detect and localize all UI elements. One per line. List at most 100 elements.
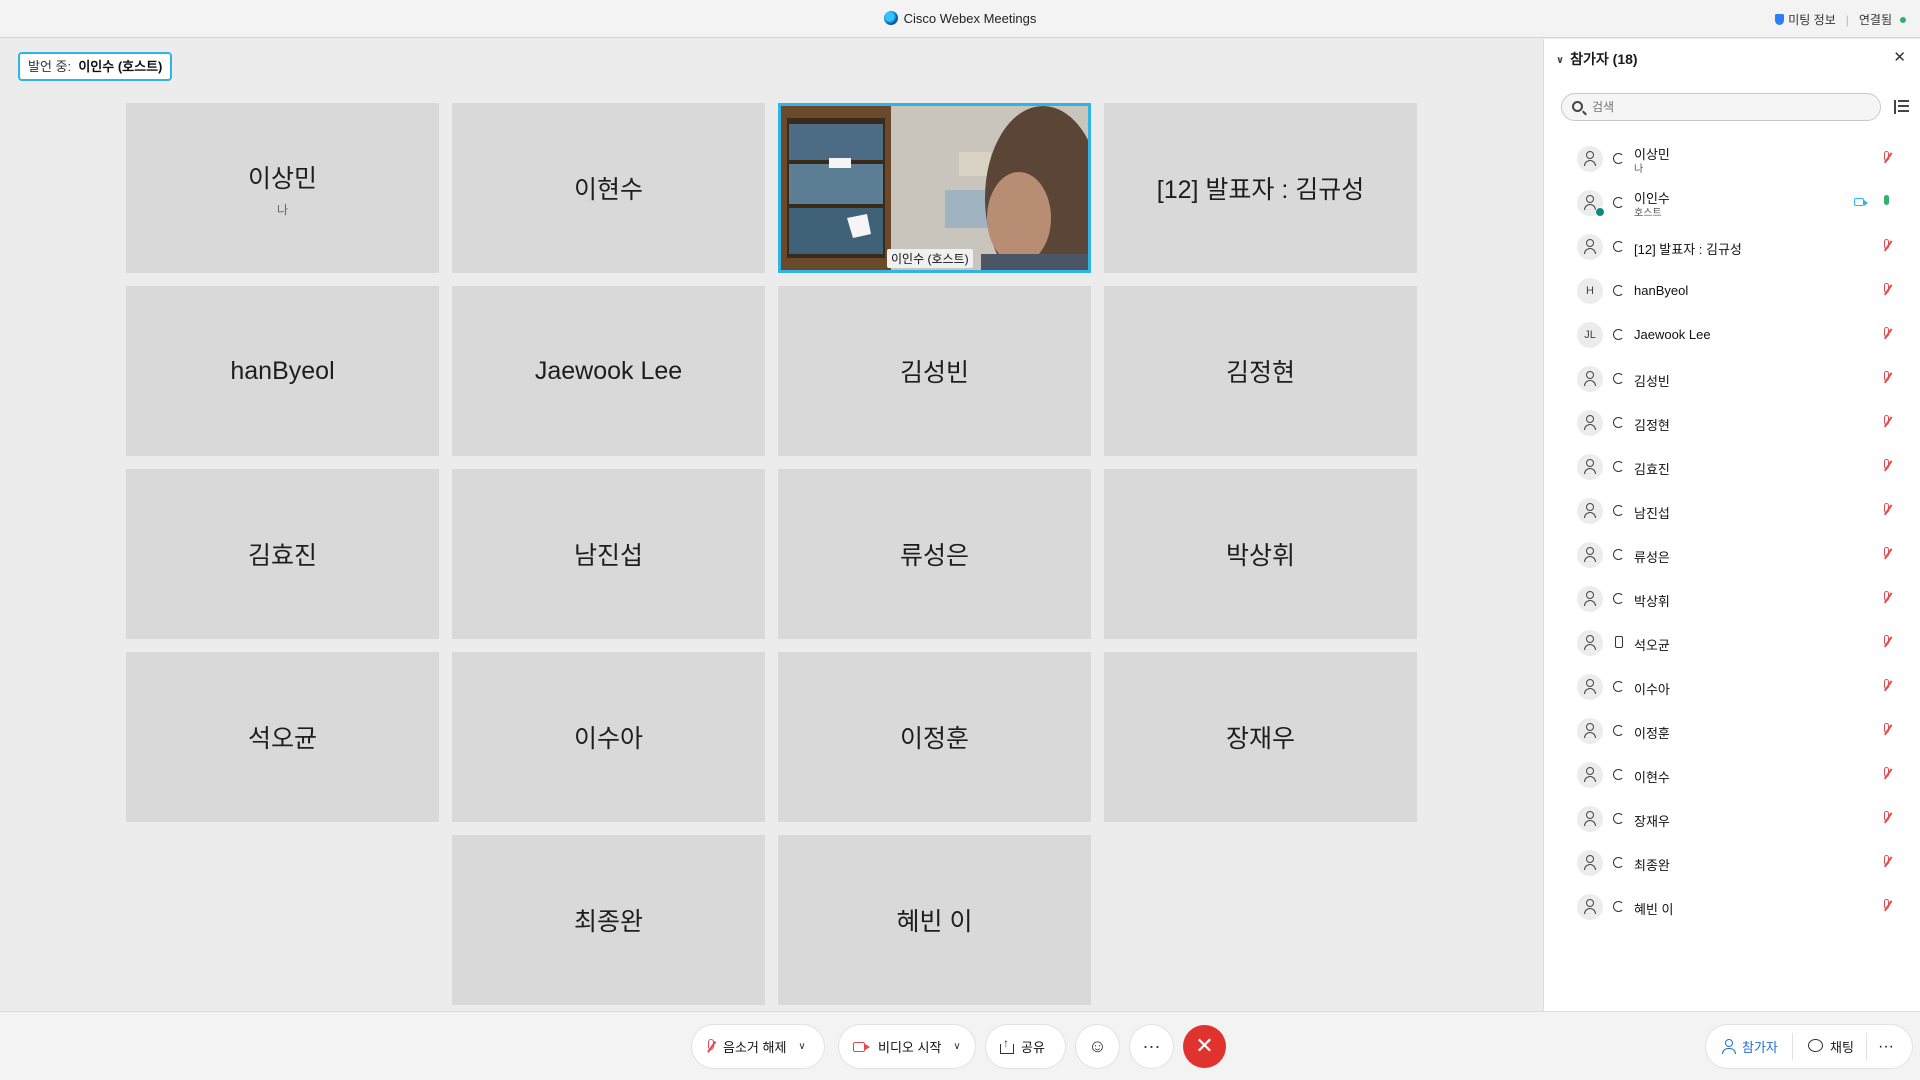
start-video-button[interactable]: 비디오 시작 ∨	[839, 1025, 975, 1068]
avatar	[1577, 234, 1603, 260]
chat-button[interactable]: 채팅	[1808, 1025, 1854, 1068]
sort-icon[interactable]	[1894, 100, 1909, 114]
participant-name: 김효진	[1634, 462, 1670, 477]
participant-tile[interactable]: Jaewook Lee	[452, 286, 765, 456]
more-options-button[interactable]: ···	[1130, 1025, 1173, 1068]
reactions-button[interactable]: ☺	[1076, 1025, 1119, 1068]
participant-tile[interactable]: [12] 발표자 : 김규성	[1104, 103, 1417, 273]
mic-muted-icon[interactable]	[1883, 239, 1891, 253]
participants-toggle-button[interactable]: 참가자	[1722, 1025, 1778, 1068]
participant-row[interactable]: 장재우	[1544, 797, 1920, 841]
participant-tile[interactable]: 김성빈	[778, 286, 1091, 456]
audio-connection-icon	[1613, 769, 1624, 780]
participant-tile[interactable]: hanByeol	[126, 286, 439, 456]
mic-muted-icon[interactable]	[1883, 371, 1891, 385]
participant-search[interactable]	[1561, 93, 1881, 121]
tile-name: 박상휘	[1225, 542, 1295, 570]
mic-muted-icon[interactable]	[1883, 855, 1891, 869]
participant-name: 이수아	[1634, 682, 1670, 697]
tile-name: [12] 발표자 : 김규성	[1156, 176, 1365, 204]
share-button[interactable]: 공유	[986, 1025, 1065, 1068]
participant-row[interactable]: 남진섭	[1544, 489, 1920, 533]
leave-meeting-button[interactable]: ✕	[1183, 1025, 1226, 1068]
tile-name: hanByeol	[230, 356, 335, 385]
audio-connection-icon	[1613, 681, 1624, 692]
search-input[interactable]	[1592, 98, 1862, 116]
mic-muted-icon[interactable]	[1883, 503, 1891, 517]
avatar	[1577, 542, 1603, 568]
chevron-down-icon[interactable]: ∨	[1556, 55, 1564, 66]
mic-muted-icon[interactable]	[1883, 547, 1891, 561]
participants-label: 참가자	[1742, 1040, 1778, 1055]
mic-muted-icon[interactable]	[1883, 811, 1891, 825]
participant-tile[interactable]: 김효진	[126, 469, 439, 639]
participant-row[interactable]: 최종완	[1544, 841, 1920, 885]
participant-name: 석오균	[1634, 638, 1670, 653]
participant-row[interactable]: 김성빈	[1544, 357, 1920, 401]
participant-tile[interactable]: 이수아	[452, 652, 765, 822]
avatar	[1577, 850, 1603, 876]
participant-name: 류성은	[1634, 550, 1670, 565]
person-icon	[1584, 459, 1596, 474]
participant-tile[interactable]: 이상민 나	[126, 103, 439, 273]
mic-muted-icon[interactable]	[1883, 327, 1891, 341]
participant-tile[interactable]: 이정훈	[778, 652, 1091, 822]
participant-row[interactable]: JL Jaewook Lee	[1544, 313, 1920, 357]
mic-muted-icon[interactable]	[1883, 283, 1891, 297]
panel-more-button[interactable]: ···	[1878, 1025, 1894, 1068]
participant-tile[interactable]: 이현수	[452, 103, 765, 273]
video-tile-active-speaker[interactable]: 이인수 (호스트)	[778, 103, 1091, 273]
tile-name: 이현수	[573, 176, 643, 204]
participants-panel: ∨ 참가자 (18) ✕ 이상민 나 이인수 호스트 [12] 발표자 : 김규성	[1543, 39, 1920, 1011]
mic-muted-icon[interactable]	[1883, 591, 1891, 605]
avatar	[1577, 674, 1603, 700]
video-feed	[781, 106, 1088, 270]
mic-muted-icon[interactable]	[1883, 899, 1891, 913]
participant-row[interactable]: 이현수	[1544, 753, 1920, 797]
meeting-info-link[interactable]: 미팅 정보	[1788, 11, 1836, 28]
participant-tile[interactable]: 최종완	[452, 835, 765, 1005]
participant-tile[interactable]: 남진섭	[452, 469, 765, 639]
mic-muted-icon[interactable]	[1883, 459, 1891, 473]
tile-name: 남진섭	[573, 542, 643, 570]
mic-muted-icon[interactable]	[1883, 415, 1891, 429]
participant-row[interactable]: 김정현	[1544, 401, 1920, 445]
avatar	[1577, 366, 1603, 392]
participant-row[interactable]: 석오균	[1544, 621, 1920, 665]
chevron-down-icon[interactable]: ∨	[953, 1041, 960, 1052]
person-icon	[1584, 151, 1596, 166]
participant-row[interactable]: [12] 발표자 : 김규성	[1544, 225, 1920, 269]
tile-name: 이정훈	[899, 725, 969, 753]
video-off-icon	[853, 1041, 871, 1053]
audio-connection-icon	[1613, 417, 1624, 428]
participant-row[interactable]: 이정훈	[1544, 709, 1920, 753]
host-badge-icon	[1595, 207, 1605, 217]
mic-muted-icon[interactable]	[1883, 679, 1891, 693]
shield-icon	[1775, 14, 1785, 25]
participant-row[interactable]: 김효진	[1544, 445, 1920, 489]
close-icon: ✕	[1195, 1033, 1214, 1058]
mic-muted-icon[interactable]	[1883, 635, 1891, 649]
participant-tile[interactable]: 혜빈 이	[778, 835, 1091, 1005]
mic-active-icon[interactable]	[1883, 195, 1891, 209]
participant-row[interactable]: H hanByeol	[1544, 269, 1920, 313]
participant-row[interactable]: 박상휘	[1544, 577, 1920, 621]
mic-muted-icon[interactable]	[1883, 151, 1891, 165]
mic-muted-icon[interactable]	[1883, 723, 1891, 737]
participant-row[interactable]: 류성은	[1544, 533, 1920, 577]
participant-row[interactable]: 이수아	[1544, 665, 1920, 709]
participant-row[interactable]: 이상민 나	[1544, 137, 1920, 181]
participant-row[interactable]: 혜빈 이	[1544, 885, 1920, 929]
participant-row[interactable]: 이인수 호스트	[1544, 181, 1920, 225]
participant-tile[interactable]: 장재우	[1104, 652, 1417, 822]
participant-tile[interactable]: 석오균	[126, 652, 439, 822]
more-icon: ···	[1878, 1037, 1894, 1055]
participant-tile[interactable]: 박상휘	[1104, 469, 1417, 639]
participant-tile[interactable]: 김정현	[1104, 286, 1417, 456]
participant-role: 나	[1634, 164, 1644, 175]
chevron-down-icon[interactable]: ∨	[798, 1041, 805, 1052]
close-icon[interactable]: ✕	[1893, 48, 1906, 66]
unmute-button[interactable]: 음소거 해제 ∨	[692, 1025, 824, 1068]
mic-muted-icon[interactable]	[1883, 767, 1891, 781]
participant-tile[interactable]: 류성은	[778, 469, 1091, 639]
